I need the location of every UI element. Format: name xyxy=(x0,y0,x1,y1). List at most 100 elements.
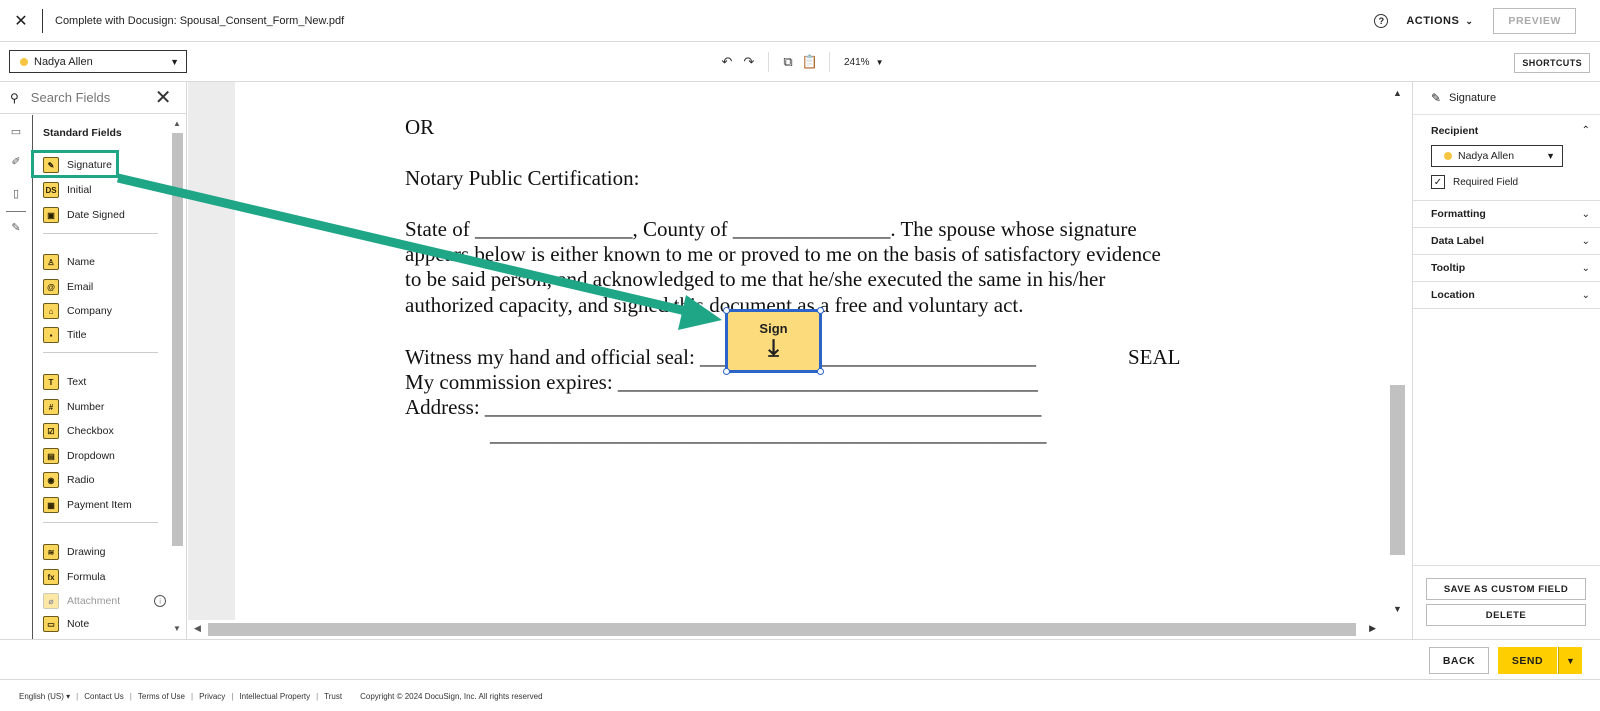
footer-link[interactable]: Intellectual Property xyxy=(239,692,310,701)
doc-line: ________________________________________… xyxy=(490,422,1047,446)
scroll-thumb[interactable] xyxy=(1390,385,1405,555)
recipient-select[interactable]: Nadya Allen ▼ xyxy=(9,50,187,73)
document-horizontal-scrollbar[interactable]: ◀ ▶ xyxy=(188,620,1412,639)
field-dropdown[interactable]: ▤ Dropdown xyxy=(43,447,115,465)
caret-down-icon: ▼ xyxy=(170,56,179,67)
resize-handle[interactable] xyxy=(723,307,730,314)
scroll-thumb[interactable] xyxy=(208,623,1356,636)
footer-link[interactable]: Trust xyxy=(324,692,342,701)
scroll-down-icon[interactable]: ▼ xyxy=(1393,604,1402,614)
field-email[interactable]: @ Email xyxy=(43,278,93,296)
scroll-thumb[interactable] xyxy=(172,133,183,546)
pencil-icon[interactable]: ✎ xyxy=(9,221,23,234)
shortcuts-button[interactable]: SHORTCUTS xyxy=(1514,53,1590,73)
field-payment-item[interactable]: ▦ Payment Item xyxy=(43,496,132,514)
field-radio[interactable]: ◉ Radio xyxy=(43,471,94,489)
search-input[interactable] xyxy=(30,90,149,105)
field-label: Dropdown xyxy=(67,450,115,462)
close-icon: ✕ xyxy=(14,12,28,30)
field-date-signed[interactable]: ▣ Date Signed xyxy=(43,206,125,224)
field-attachment[interactable]: ⌀ Attachment i xyxy=(43,592,167,610)
fields-tab-icon[interactable]: ▭ xyxy=(9,125,23,138)
field-text[interactable]: T Text xyxy=(43,373,86,391)
scroll-down-icon[interactable]: ▼ xyxy=(173,624,181,633)
field-label: Payment Item xyxy=(67,499,132,511)
scroll-up-icon[interactable]: ▲ xyxy=(1393,88,1402,98)
doc-line: Witness my hand and official seal: _____… xyxy=(405,345,1037,369)
language-select[interactable]: English (US) ▾ xyxy=(19,692,70,701)
close-button[interactable]: ✕ xyxy=(0,0,42,42)
section-data-label[interactable]: Data Label ⌄ xyxy=(1413,228,1600,255)
redo-icon[interactable]: ↷ xyxy=(738,54,760,70)
footer-link[interactable]: Terms of Use xyxy=(138,692,185,701)
bottom-bar: BACK SEND ▼ xyxy=(0,639,1600,680)
send-options-button[interactable]: ▼ xyxy=(1558,647,1582,674)
signature-highlight-annotation xyxy=(31,150,119,178)
resize-handle[interactable] xyxy=(817,368,824,375)
help-icon[interactable]: ? xyxy=(1374,14,1389,28)
fields-scrollbar[interactable]: ▲ ▼ xyxy=(169,115,186,639)
panel-rail: ▭ ✐ ▯ ✎ xyxy=(0,115,32,639)
calendar-icon: ▣ xyxy=(43,207,59,223)
close-icon[interactable]: ✕ xyxy=(155,85,172,110)
field-name[interactable]: ♙ Name xyxy=(43,253,95,271)
section-label: Location xyxy=(1431,289,1475,301)
signature-field-placed[interactable]: Sign ⤓ xyxy=(723,307,824,375)
custom-fields-icon[interactable]: ✐ xyxy=(9,155,23,168)
field-label: Title xyxy=(67,329,87,341)
footer-separator: | xyxy=(231,692,234,701)
document-icon[interactable]: ▯ xyxy=(9,187,23,200)
section-tooltip[interactable]: Tooltip ⌄ xyxy=(1413,255,1600,282)
doc-line: Notary Public Certification: xyxy=(405,166,640,190)
field-drawing[interactable]: ≋ Drawing xyxy=(43,543,106,561)
footer-link[interactable]: Contact Us xyxy=(84,692,124,701)
field-company[interactable]: ⌂ Company xyxy=(43,302,112,320)
preview-button[interactable]: PREVIEW xyxy=(1493,8,1576,34)
required-checkbox[interactable]: ✓ xyxy=(1431,175,1445,189)
paste-icon[interactable]: 📋 xyxy=(799,54,821,70)
undo-icon[interactable]: ↶ xyxy=(716,54,738,70)
save-custom-field-button[interactable]: SAVE AS CUSTOM FIELD xyxy=(1426,578,1586,600)
send-button[interactable]: SEND xyxy=(1498,647,1557,674)
chevron-down-icon: ⌄ xyxy=(1581,235,1590,247)
scroll-up-icon[interactable]: ▲ xyxy=(173,119,181,128)
actions-menu[interactable]: ACTIONS ⌄ xyxy=(1406,15,1473,27)
delete-field-button[interactable]: DELETE xyxy=(1426,604,1586,626)
footer-link[interactable]: Privacy xyxy=(199,692,225,701)
scroll-right-icon[interactable]: ▶ xyxy=(1369,623,1376,634)
sign-label: Sign xyxy=(759,321,788,336)
chevron-up-icon[interactable]: ⌃ xyxy=(1582,125,1590,136)
properties-title-label: Signature xyxy=(1449,92,1497,104)
resize-handle[interactable] xyxy=(817,307,824,314)
copy-icon[interactable]: ⧉ xyxy=(777,54,799,70)
caret-down-icon: ▼ xyxy=(875,57,884,67)
field-recipient-select[interactable]: Nadya Allen ▼ xyxy=(1431,145,1563,167)
field-label: Company xyxy=(67,305,112,317)
footer-separator: | xyxy=(191,692,194,701)
section-formatting[interactable]: Formatting ⌄ xyxy=(1413,201,1600,228)
back-button[interactable]: BACK xyxy=(1429,647,1489,674)
zoom-select[interactable]: 241% ▼ xyxy=(844,57,884,68)
field-note[interactable]: ▭ Note xyxy=(43,615,89,633)
pen-icon: ✎ xyxy=(1431,91,1442,105)
field-label: Attachment xyxy=(67,595,121,607)
section-location[interactable]: Location ⌄ xyxy=(1413,282,1600,309)
info-icon[interactable]: i xyxy=(154,595,167,607)
field-number[interactable]: # Number xyxy=(43,398,104,416)
resize-handle[interactable] xyxy=(723,368,730,375)
required-field-toggle[interactable]: ✓ Required Field xyxy=(1431,175,1518,189)
doc-line: My commission expires: _________________… xyxy=(405,370,1038,394)
field-initial[interactable]: DS Initial xyxy=(43,181,92,199)
field-recipient-name: Nadya Allen xyxy=(1458,150,1515,162)
field-label: Date Signed xyxy=(67,209,125,221)
document-vertical-scrollbar[interactable]: ▲ ▼ xyxy=(1383,82,1412,620)
tool-separator xyxy=(768,52,769,72)
scroll-left-icon[interactable]: ◀ xyxy=(194,623,201,634)
field-title[interactable]: ▪ Title xyxy=(43,326,86,344)
recipient-name: Nadya Allen xyxy=(34,55,93,68)
drawing-icon: ≋ xyxy=(43,544,59,560)
recipient-header[interactable]: Recipient xyxy=(1431,125,1478,137)
field-checkbox[interactable]: ☑ Checkbox xyxy=(43,422,114,440)
formula-icon: fx xyxy=(43,569,59,585)
field-formula[interactable]: fx Formula xyxy=(43,568,106,586)
